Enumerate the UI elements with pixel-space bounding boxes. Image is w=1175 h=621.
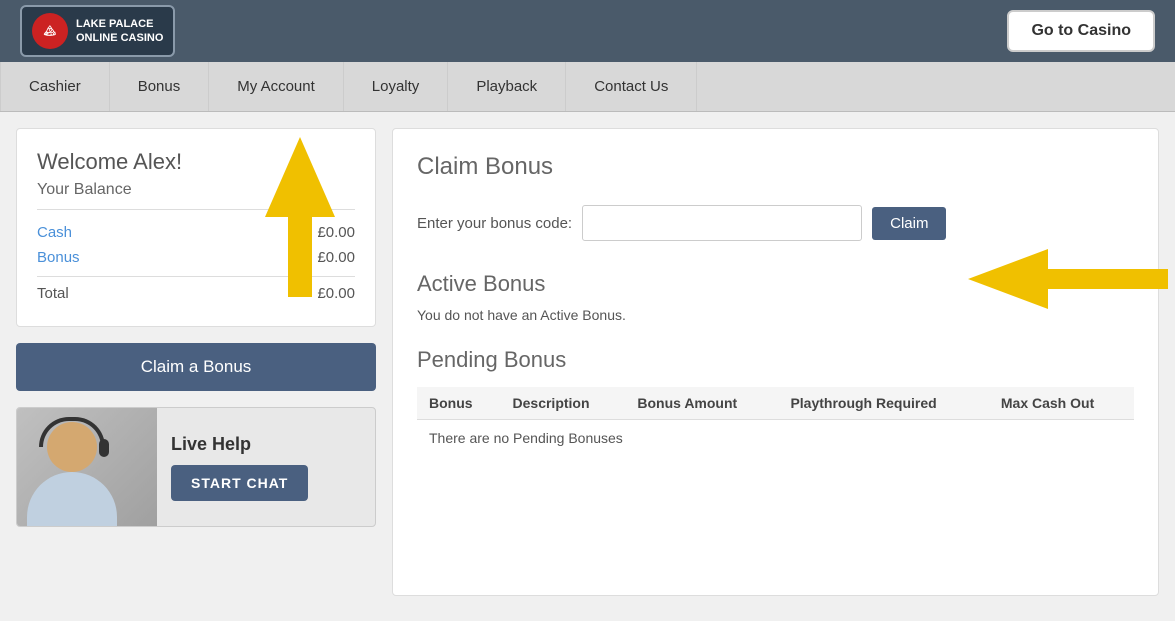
live-help-title: Live Help	[171, 434, 361, 455]
nav-item-cashier[interactable]: Cashier	[0, 62, 110, 111]
claim-button[interactable]: Claim	[872, 207, 946, 240]
cash-label: Cash	[37, 224, 72, 241]
main-content: Welcome Alex! Your Balance Cash £0.00 Bo…	[0, 112, 1175, 612]
no-pending-row: There are no Pending Bonuses	[417, 420, 1134, 457]
claim-a-bonus-button[interactable]: Claim a Bonus	[16, 343, 376, 391]
bonus-code-label: Enter your bonus code:	[417, 215, 572, 232]
live-help-image	[17, 407, 157, 527]
bonus-code-input[interactable]	[582, 205, 862, 241]
right-panel: Claim Bonus Enter your bonus code: Claim…	[392, 128, 1159, 596]
col-max-cash-out: Max Cash Out	[989, 387, 1134, 420]
logo-text: LAKE PALACE ONLINE CASINO	[76, 17, 163, 46]
pending-bonus-table: Bonus Description Bonus Amount Playthrou…	[417, 387, 1134, 456]
header: 🏔 LAKE PALACE ONLINE CASINO Go to Casino	[0, 0, 1175, 62]
no-active-bonus-text: You do not have an Active Bonus.	[417, 307, 1134, 323]
nav-item-playback[interactable]: Playback	[448, 62, 566, 111]
bonus-label: Bonus	[37, 249, 80, 266]
col-description: Description	[501, 387, 626, 420]
person-body	[27, 472, 117, 527]
bonus-code-row: Enter your bonus code: Claim	[417, 205, 1134, 241]
your-balance-label: Your Balance	[37, 181, 355, 210]
live-help-section: Live Help START CHAT	[16, 407, 376, 527]
total-value: £0.00	[317, 285, 355, 302]
balance-bonus-row: Bonus £0.00	[37, 245, 355, 270]
person-silhouette	[27, 422, 117, 527]
person-head	[47, 422, 97, 472]
bonus-value: £0.00	[317, 249, 355, 266]
balance-cash-row: Cash £0.00	[37, 220, 355, 245]
nav-item-contact-us[interactable]: Contact Us	[566, 62, 697, 111]
active-bonus-title: Active Bonus	[417, 271, 1134, 297]
nav-item-loyalty[interactable]: Loyalty	[344, 62, 449, 111]
welcome-title: Welcome Alex!	[37, 149, 355, 175]
logo-area: 🏔 LAKE PALACE ONLINE CASINO	[20, 5, 175, 57]
headset-icon	[39, 417, 105, 447]
pending-bonus-title: Pending Bonus	[417, 347, 1134, 373]
col-bonus: Bonus	[417, 387, 501, 420]
total-label: Total	[37, 285, 69, 302]
balance-total-row: Total £0.00	[37, 276, 355, 306]
left-panel: Welcome Alex! Your Balance Cash £0.00 Bo…	[16, 128, 376, 596]
cash-value: £0.00	[317, 224, 355, 241]
nav-item-my-account[interactable]: My Account	[209, 62, 344, 111]
welcome-section: Welcome Alex! Your Balance Cash £0.00 Bo…	[16, 128, 376, 327]
claim-bonus-title: Claim Bonus	[417, 153, 1134, 189]
nav-item-bonus[interactable]: Bonus	[110, 62, 210, 111]
col-playthrough: Playthrough Required	[778, 387, 988, 420]
go-to-casino-button[interactable]: Go to Casino	[1007, 10, 1155, 52]
live-help-content: Live Help START CHAT	[157, 424, 375, 511]
col-bonus-amount: Bonus Amount	[625, 387, 778, 420]
logo-box: 🏔 LAKE PALACE ONLINE CASINO	[20, 5, 175, 57]
start-chat-button[interactable]: START CHAT	[171, 465, 308, 501]
nav-bar: Cashier Bonus My Account Loyalty Playbac…	[0, 62, 1175, 112]
no-pending-text: There are no Pending Bonuses	[417, 420, 1134, 457]
logo-icon: 🏔	[32, 13, 68, 49]
